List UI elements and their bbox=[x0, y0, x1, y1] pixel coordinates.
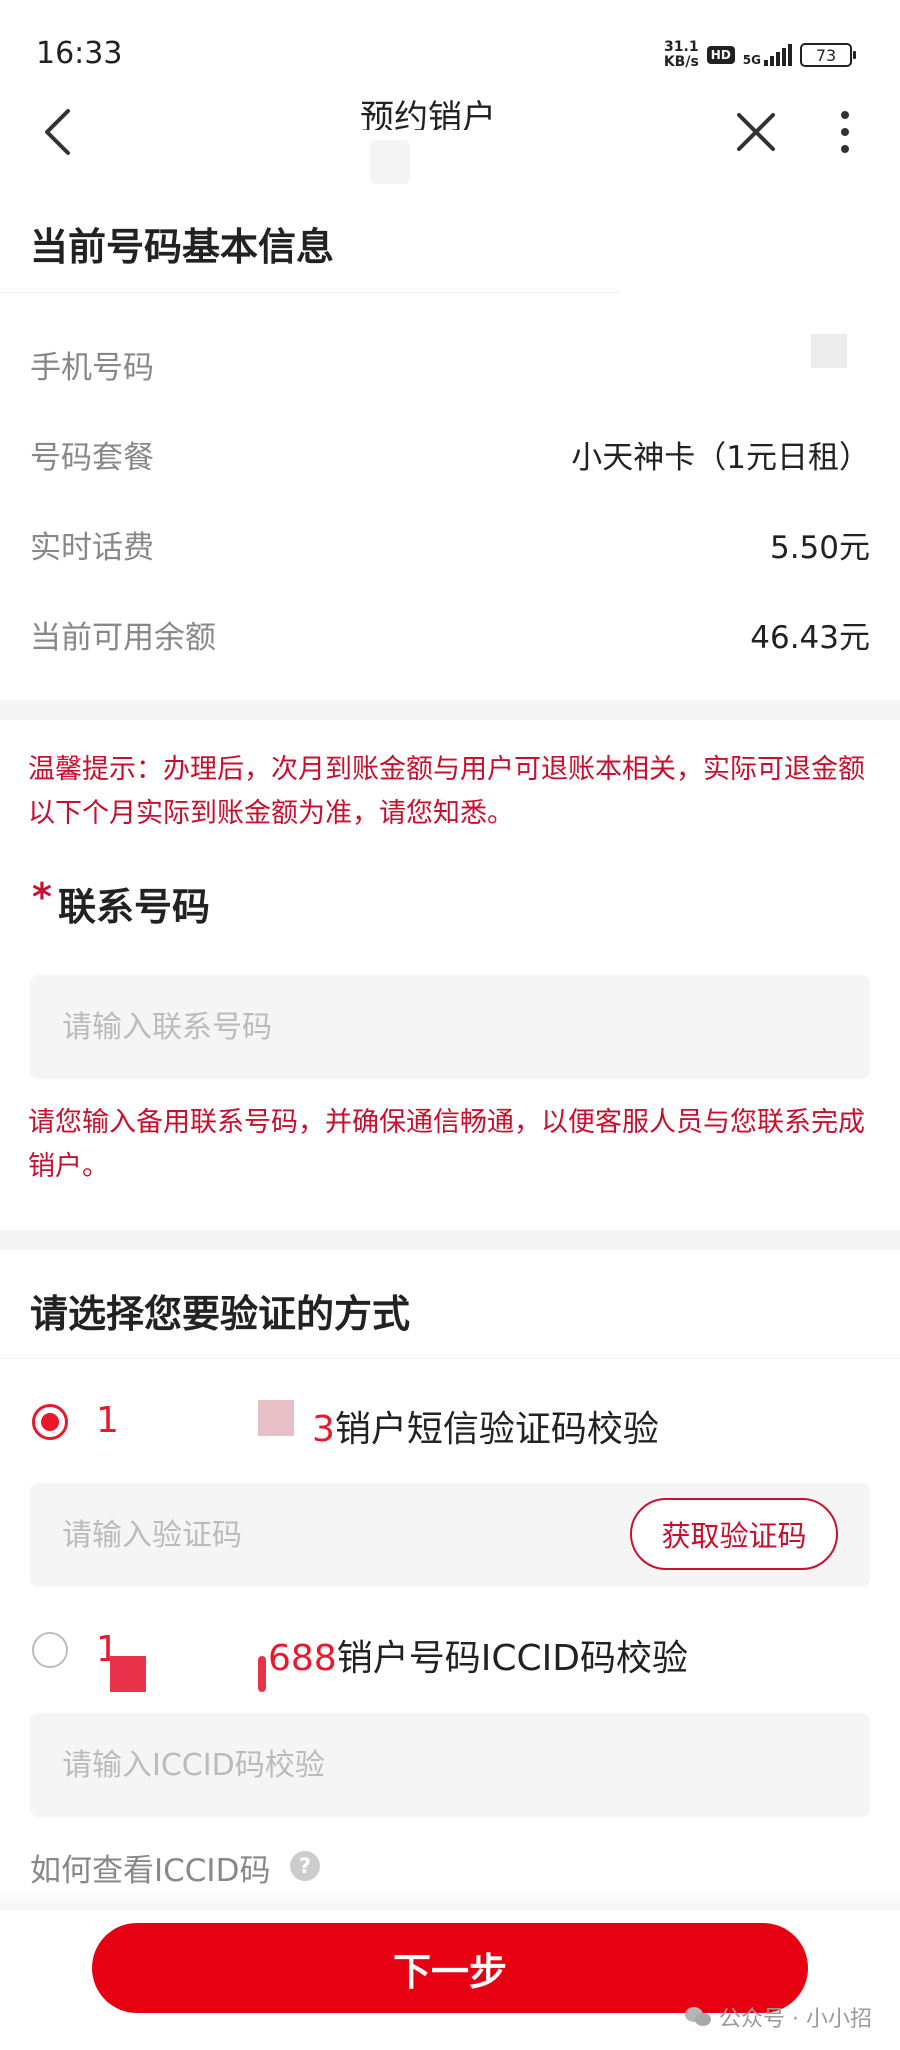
section-separator bbox=[0, 700, 900, 720]
contact-label: 联系号码 bbox=[58, 885, 211, 929]
network-speed-unit: KB/s bbox=[663, 54, 699, 70]
signal-bars bbox=[764, 44, 792, 66]
next-step-button[interactable]: 下一步 bbox=[92, 1923, 808, 2013]
battery-icon: 73 bbox=[800, 43, 856, 67]
network-speed: 31.1 KB/s bbox=[664, 40, 699, 70]
network-speed-value: 31.1 bbox=[664, 39, 699, 55]
option-sms-suffix: 3 bbox=[312, 1409, 335, 1450]
page-title: 预约销户 bbox=[360, 98, 496, 130]
iccid-help-link[interactable]: 如何查看ICCID码 bbox=[30, 1845, 270, 1890]
basic-info-title: 当前号码基本信息 bbox=[30, 225, 335, 269]
contact-hint: 请您输入备用联系号码，并确保通信畅通，以便客服人员与您联系完成销户。 bbox=[28, 1107, 865, 1182]
contact-input[interactable] bbox=[60, 1008, 840, 1046]
wechat-icon bbox=[685, 2007, 713, 2027]
signal-icon: 5G bbox=[743, 44, 792, 66]
radio-sms-verify[interactable] bbox=[32, 1404, 68, 1440]
info-value-plan: 小天神卡（1元日租） bbox=[571, 440, 870, 476]
number-mask bbox=[258, 1656, 266, 1692]
radio-iccid-verify[interactable] bbox=[32, 1632, 68, 1668]
info-label-plan: 号码套餐 bbox=[30, 440, 154, 476]
verify-title: 请选择您要验证的方式 bbox=[30, 1292, 411, 1336]
title-mask bbox=[370, 140, 410, 184]
option-iccid-suffix: 688 bbox=[268, 1638, 337, 1679]
iccid-input-box bbox=[30, 1713, 870, 1817]
watermark: 公众号 · 小小招 bbox=[685, 2001, 872, 2033]
bottom-bar-shadow bbox=[0, 1890, 900, 1910]
phone-number-mask bbox=[811, 334, 847, 368]
iccid-input[interactable] bbox=[60, 1746, 840, 1784]
option-iccid-desc: 销户号码ICCID码校验 bbox=[336, 1638, 688, 1679]
close-icon[interactable] bbox=[732, 104, 780, 160]
hd-badge: HD bbox=[706, 46, 735, 64]
info-value-bill: 5.50元 bbox=[769, 530, 870, 566]
divider bbox=[0, 1358, 900, 1359]
network-type: 5G bbox=[742, 53, 761, 67]
number-mask bbox=[80, 1440, 320, 1480]
info-label-phone: 手机号码 bbox=[30, 350, 154, 386]
status-time: 16:33 bbox=[36, 36, 123, 71]
option-sms-label[interactable]: 1 bbox=[96, 1400, 119, 1441]
more-icon[interactable] bbox=[830, 104, 860, 160]
section-separator bbox=[0, 1230, 900, 1250]
option-sms-text[interactable]: 3销户短信验证码校验 bbox=[312, 1400, 659, 1452]
option-sms-desc: 销户短信验证码校验 bbox=[334, 1409, 659, 1450]
number-mask bbox=[110, 1656, 146, 1692]
back-icon[interactable] bbox=[34, 104, 80, 160]
watermark-text: 公众号 · 小小招 bbox=[719, 2007, 872, 2032]
battery-level: 73 bbox=[815, 45, 837, 65]
contact-input-box bbox=[30, 975, 870, 1079]
get-code-button[interactable]: 获取验证码 bbox=[630, 1498, 838, 1570]
info-label-balance: 当前可用余额 bbox=[30, 620, 216, 656]
number-mask bbox=[258, 1400, 294, 1436]
question-icon[interactable]: ? bbox=[290, 1851, 320, 1881]
info-value-balance: 46.43元 bbox=[750, 620, 870, 656]
info-label-bill: 实时话费 bbox=[30, 530, 154, 566]
sms-code-input[interactable] bbox=[60, 1516, 630, 1554]
tip-notice: 温馨提示：办理后，次月到账金额与用户可退账本相关，实际可退金额以下个月实际到账金… bbox=[28, 754, 865, 829]
option-iccid-text[interactable]: 688销户号码ICCID码校验 bbox=[268, 1629, 688, 1681]
required-mark: * bbox=[32, 875, 52, 919]
option-sms-prefix: 1 bbox=[96, 1400, 119, 1441]
status-icons: 31.1 KB/s HD 5G 73 bbox=[664, 40, 856, 70]
divider bbox=[0, 292, 620, 293]
